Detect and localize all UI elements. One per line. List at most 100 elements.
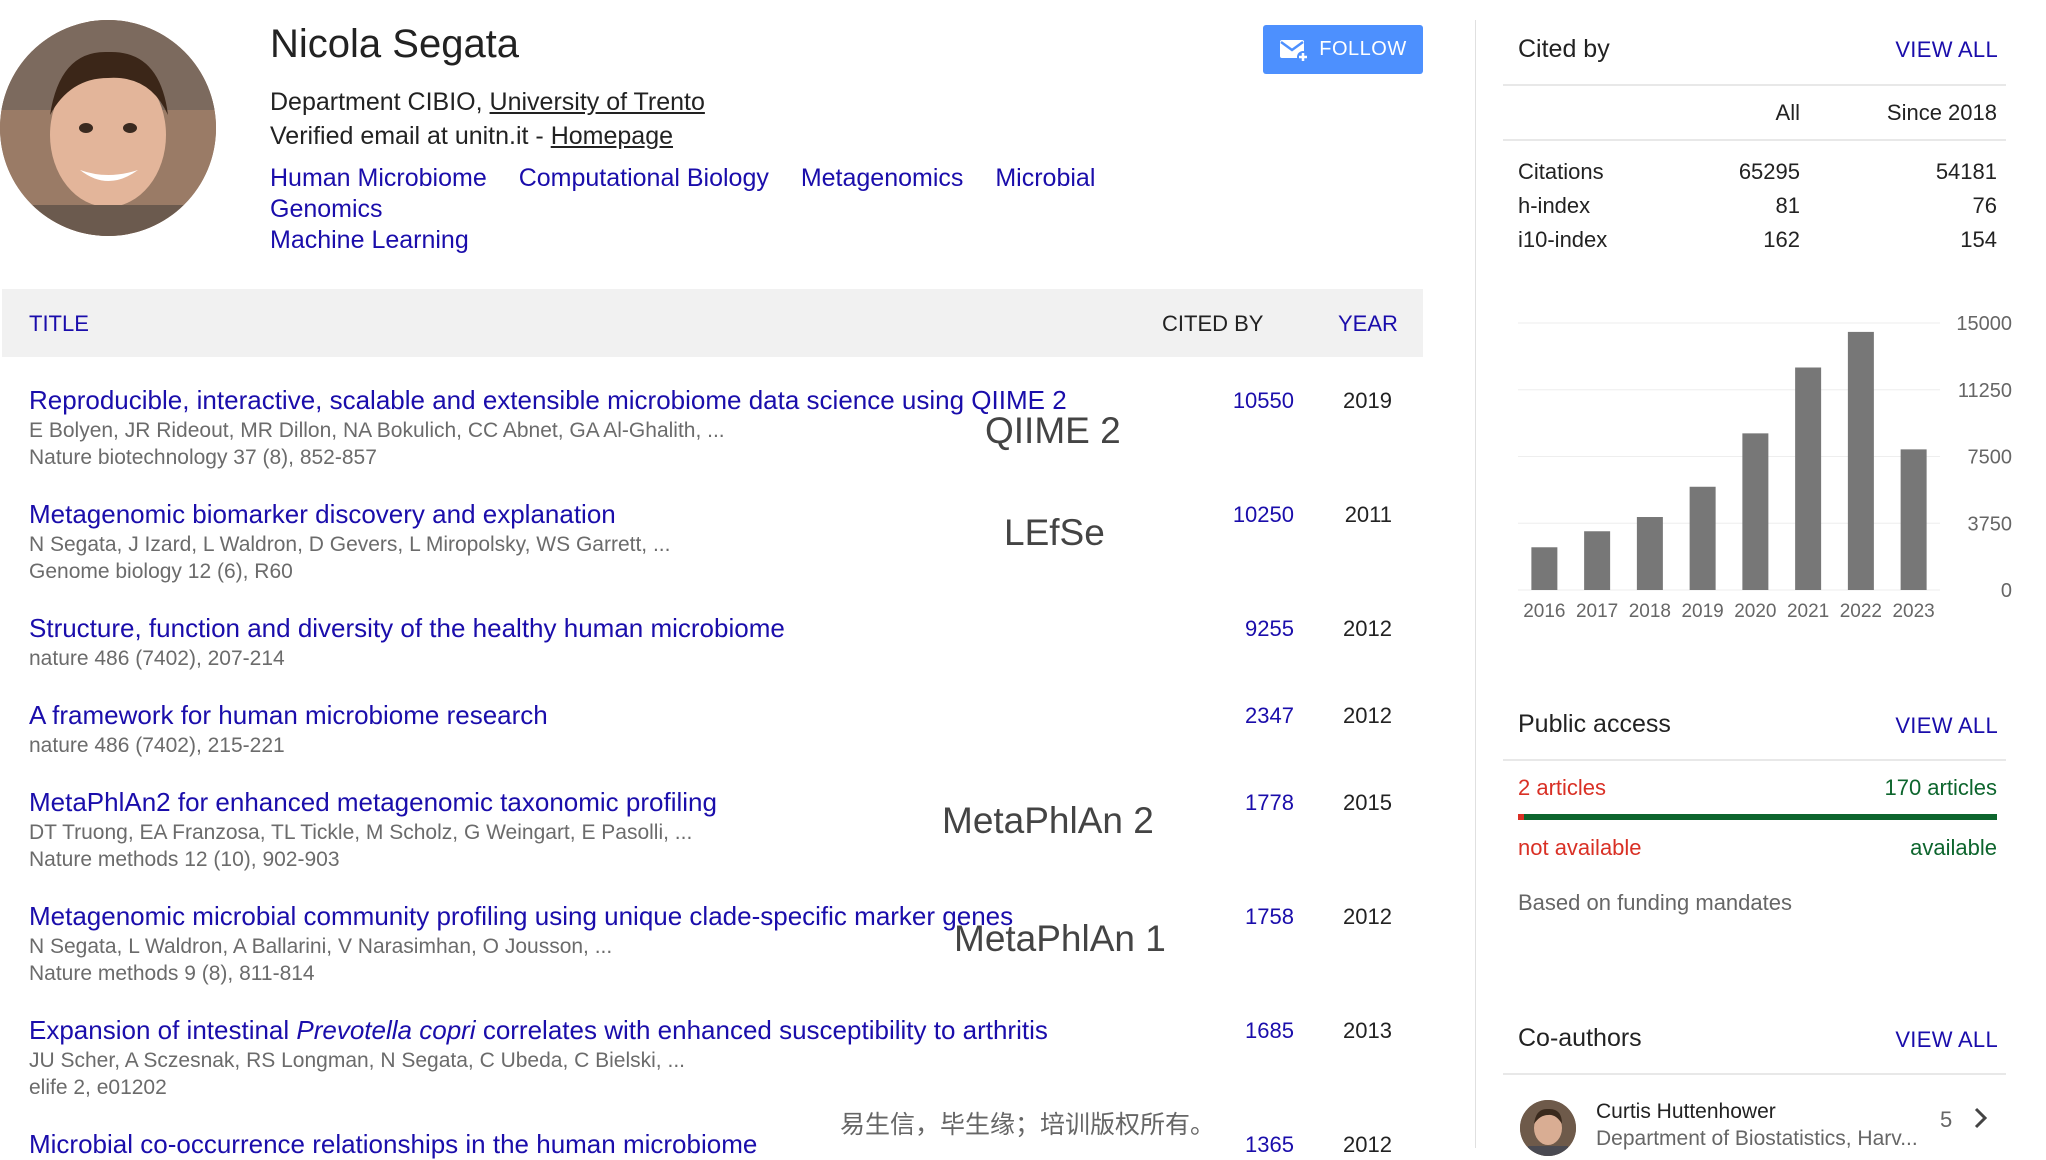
annotation-lefse: LEfSe	[1004, 512, 1105, 553]
public-access-bar	[1518, 814, 1997, 820]
stat-all: 65295	[1738, 159, 1800, 184]
article-venue: Genome biology 12 (6), R60	[29, 560, 293, 583]
chart-bar-2022[interactable]	[1847, 331, 1874, 590]
article-row: Expansion of intestinal Prevotella copri…	[29, 1015, 1409, 1100]
stat-all: 162	[1763, 227, 1800, 252]
x-tick-label: 2022	[1840, 601, 1882, 622]
stat-since: 154	[1960, 227, 1997, 252]
article-title-link[interactable]: Reproducible, interactive, scalable and …	[29, 385, 1409, 416]
homepage-link[interactable]: Homepage	[551, 122, 673, 150]
article-title-link[interactable]: Structure, function and diversity of the…	[29, 613, 1409, 644]
y-tick-label: 3750	[1968, 513, 2013, 535]
annotation-metaphlan2: MetaPhlAn 2	[942, 800, 1154, 841]
chart-bar-2020[interactable]	[1742, 433, 1769, 590]
divider-line	[1503, 84, 2006, 86]
article-row: Reproducible, interactive, scalable and …	[29, 385, 1409, 470]
article-authors: E Bolyen, JR Rideout, MR Dillon, NA Boku…	[29, 419, 725, 442]
follow-button[interactable]: FOLLOW	[1263, 25, 1423, 74]
article-venue: Nature methods 9 (8), 811-814	[29, 962, 315, 985]
watermark-text: 易生信，毕生缘；培训版权所有。	[840, 1111, 1216, 1139]
interest-link[interactable]: Metagenomics	[801, 164, 964, 192]
public-access-view-all-link[interactable]: VIEW ALL	[1895, 713, 1998, 739]
article-row: Metagenomic biomarker discovery and expl…	[29, 499, 1409, 584]
public-access-heading: Public access	[1518, 710, 1671, 738]
article-authors: DT Truong, EA Franzosa, TL Tickle, M Sch…	[29, 821, 693, 844]
university-link[interactable]: University of Trento	[490, 88, 705, 116]
article-row: Metagenomic microbial community profilin…	[29, 901, 1409, 986]
follow-label: FOLLOW	[1319, 38, 1407, 60]
stat-since: 54181	[1935, 159, 1997, 184]
article-year: 2019	[1343, 388, 1392, 413]
follow-mail-icon	[1280, 39, 1310, 63]
cited-by-count-link[interactable]: 1758	[1245, 904, 1294, 930]
cited-by-count-link[interactable]: 1365	[1245, 1132, 1294, 1158]
column-divider	[1475, 20, 1476, 1148]
sort-by-title[interactable]: TITLE	[29, 311, 89, 337]
chart-bar-2023[interactable]	[1900, 449, 1927, 590]
x-tick-label: 2023	[1892, 601, 1934, 622]
col-all-header: All	[1775, 100, 1800, 125]
divider-line	[1503, 139, 2006, 141]
y-tick-label: 0	[2001, 580, 2012, 602]
article-year: 2012	[1343, 904, 1392, 929]
sort-by-year[interactable]: YEAR	[1338, 311, 1398, 337]
profile-email: Verified email at unitn.it - Homepage	[270, 122, 673, 151]
x-tick-label: 2018	[1629, 601, 1671, 622]
coauthor-affiliation: Department of Biostatistics, Harv...	[1596, 1127, 1918, 1150]
cited-by-count-link[interactable]: 10250	[1233, 502, 1294, 528]
divider-line	[1503, 1073, 2006, 1075]
coauthors-heading: Co-authors	[1518, 1024, 1642, 1052]
y-tick-label: 11250	[1958, 380, 2012, 402]
article-year: 2015	[1343, 790, 1392, 815]
cited-by-count-link[interactable]: 10550	[1233, 388, 1294, 414]
stat-since: 76	[1972, 193, 1997, 218]
title-species: Prevotella copri	[296, 1015, 476, 1045]
article-venue: nature 486 (7402), 207-214	[29, 647, 285, 670]
annotation-metaphlan1: MetaPhlAn 1	[954, 918, 1166, 959]
y-tick-label: 7500	[1968, 447, 2013, 469]
cited-by-view-all-link[interactable]: VIEW ALL	[1895, 37, 1998, 63]
chart-bar-2017[interactable]	[1584, 531, 1611, 590]
available-count-link[interactable]: 170 articles	[1800, 775, 1997, 801]
article-title-link[interactable]: Metagenomic biomarker discovery and expl…	[29, 499, 1409, 530]
article-title-link[interactable]: Metagenomic microbial community profilin…	[29, 901, 1409, 932]
x-tick-label: 2019	[1681, 601, 1723, 622]
title-part: correlates with enhanced susceptibility …	[475, 1015, 1048, 1045]
not-available-count-link[interactable]: 2 articles	[1518, 775, 1606, 801]
article-year: 2012	[1343, 616, 1392, 641]
article-year: 2012	[1343, 1132, 1392, 1157]
article-title-link[interactable]: A framework for human microbiome researc…	[29, 700, 1409, 731]
title-part: Expansion of intestinal	[29, 1015, 297, 1045]
article-row: MetaPhlAn2 for enhanced metagenomic taxo…	[29, 787, 1409, 872]
cited-by-count-link[interactable]: 2347	[1245, 703, 1294, 729]
divider-line	[1503, 759, 2006, 761]
interest-link[interactable]: Machine Learning	[270, 226, 469, 254]
not-available-label: not available	[1518, 835, 1642, 860]
profile-name: Nicola Segata	[270, 22, 520, 66]
article-title-link[interactable]: MetaPhlAn2 for enhanced metagenomic taxo…	[29, 787, 1409, 818]
cited-by-heading: Cited by	[1518, 35, 1610, 63]
email-prefix: Verified email at unitn.it -	[270, 122, 551, 150]
interest-link[interactable]: Computational Biology	[519, 164, 769, 192]
interest-link[interactable]: Human Microbiome	[270, 164, 487, 192]
x-tick-label: 2020	[1734, 601, 1776, 622]
profile-affiliation: Department CIBIO, University of Trento	[270, 88, 705, 117]
coauthor-name-link[interactable]: Curtis Huttenhower	[1596, 1100, 1776, 1124]
coauthors-view-all-link[interactable]: VIEW ALL	[1895, 1027, 1998, 1053]
article-title-link[interactable]: Expansion of intestinal Prevotella copri…	[29, 1015, 1409, 1046]
chart-bar-2019[interactable]	[1689, 486, 1716, 590]
chart-bar-2018[interactable]	[1636, 517, 1663, 590]
chevron-right-icon[interactable]	[1970, 1103, 1992, 1138]
research-interests: Human Microbiome Computational Biology M…	[270, 163, 1230, 256]
article-venue: Nature biotechnology 37 (8), 852-857	[29, 446, 377, 469]
affiliation-prefix: Department CIBIO,	[270, 88, 490, 116]
chart-bar-2016[interactable]	[1531, 547, 1558, 590]
article-authors: N Segata, J Izard, L Waldron, D Gevers, …	[29, 533, 671, 556]
chart-bar-2021[interactable]	[1795, 367, 1822, 591]
cited-by-count-link[interactable]: 1778	[1245, 790, 1294, 816]
article-row: A framework for human microbiome researc…	[29, 700, 1409, 758]
article-year: 2011	[1344, 502, 1392, 527]
cited-by-count-link[interactable]: 9255	[1245, 616, 1294, 642]
cited-by-count-link[interactable]: 1685	[1245, 1018, 1294, 1044]
x-tick-label: 2017	[1576, 601, 1618, 622]
